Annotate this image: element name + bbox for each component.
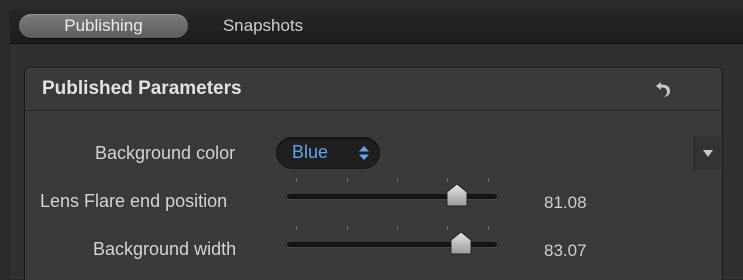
slider-tick [397,226,398,230]
tab-snapshots[interactable]: Snapshots [203,14,323,38]
background-color-popup[interactable]: Blue [276,137,380,169]
background-width-label: Background width [93,239,237,259]
lens-flare-end-slider[interactable] [287,178,505,208]
slider-tick [296,226,297,230]
up-down-arrows-icon [359,146,369,160]
reset-button[interactable] [653,78,675,100]
background-color-label: Background color [95,143,236,163]
lens-flare-end-label: Lens Flare end position [40,191,228,211]
slider-tick [347,178,348,182]
slider-tick [488,226,489,230]
panel-header: Published Parameters [25,68,722,111]
disclosure-button[interactable] [694,136,721,170]
slider-thumb[interactable] [450,231,472,255]
slider-tick [347,226,348,230]
panel-title: Published Parameters [42,78,242,99]
slider-thumb[interactable] [446,183,468,207]
background-color-value: Blue [292,142,329,162]
tab-publishing[interactable]: Publishing [19,14,188,38]
triangle-down-icon [703,150,713,157]
background-width-value[interactable]: 83.07 [544,241,587,261]
slider-tick [447,178,448,182]
background-width-slider[interactable] [287,226,505,256]
slider-tick [447,226,448,230]
slider-tick [296,178,297,182]
undo-arrow-icon [656,82,670,97]
slider-tick [397,178,398,182]
slider-tick [488,178,489,182]
lens-flare-end-value[interactable]: 81.08 [544,193,587,213]
tab-bar: Publishing Snapshots [10,10,743,44]
